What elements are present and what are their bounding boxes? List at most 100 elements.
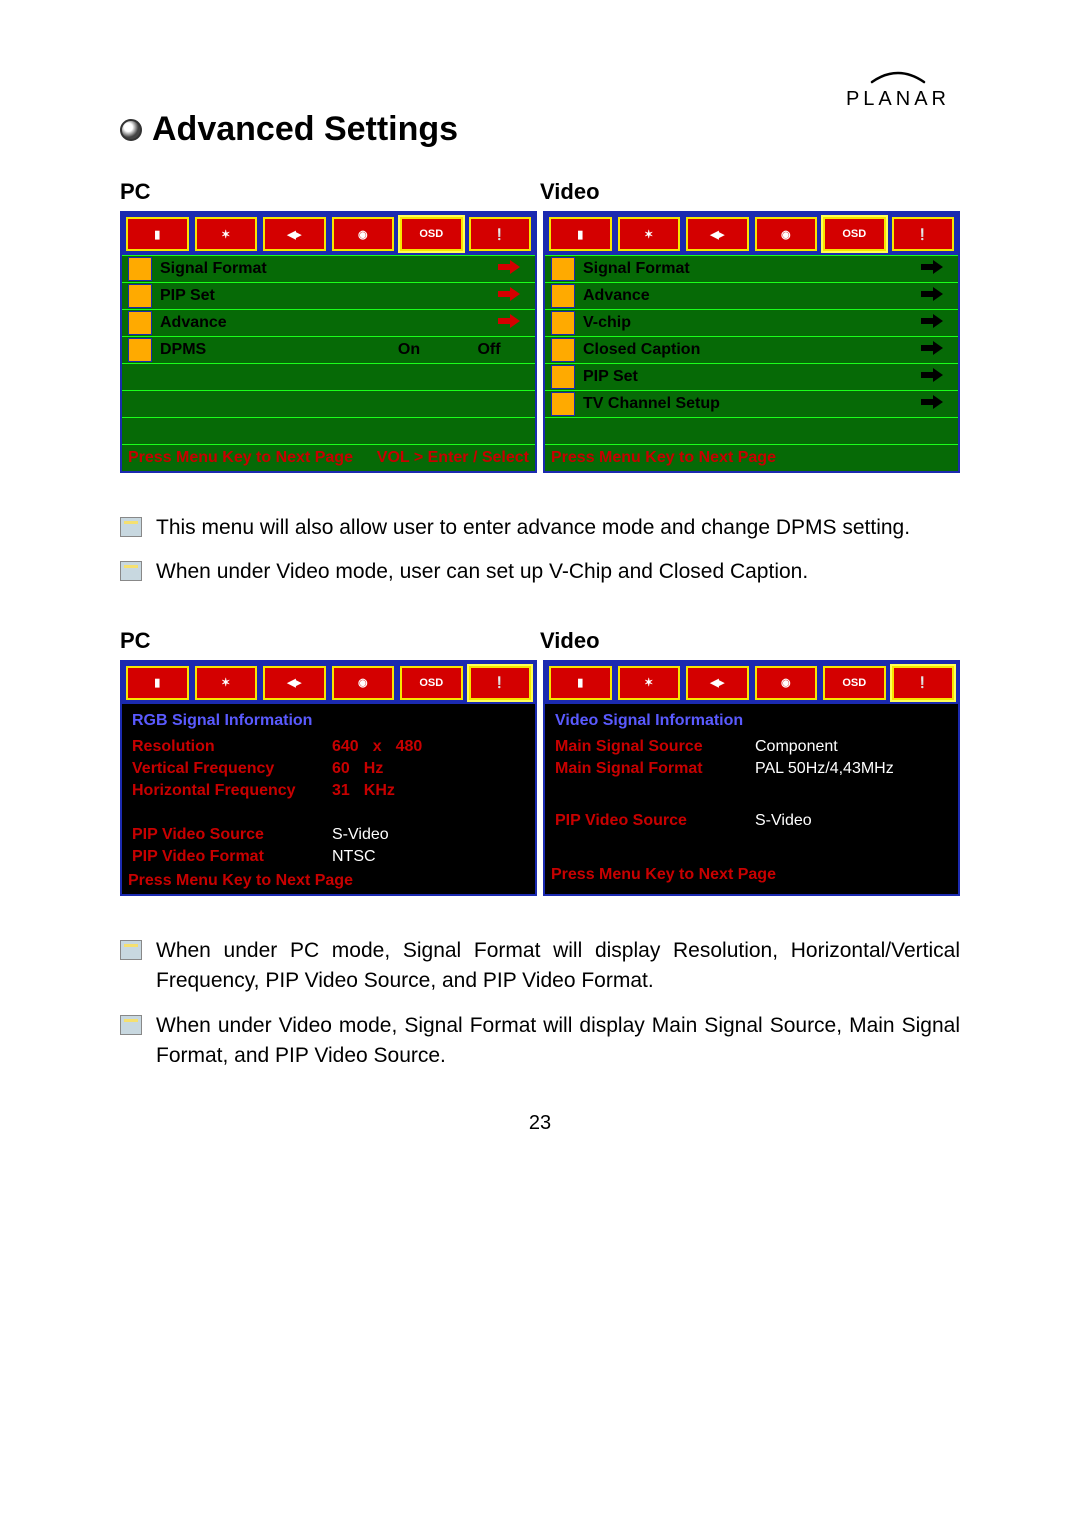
osd-tab-icon[interactable]: ▮ [549, 217, 612, 251]
heading-pc: PC [120, 628, 540, 654]
v: 60 [332, 760, 350, 778]
osd-footer: Press Menu Key to Next Page [122, 868, 535, 894]
menu-row[interactable]: Closed Caption [545, 336, 958, 363]
row-label: V-chip [583, 314, 912, 332]
page-number: 23 [120, 1112, 960, 1135]
menu-row[interactable]: TV Channel Setup [545, 390, 958, 417]
page-title: Advanced Settings [120, 110, 960, 149]
note-text: When under PC mode, Signal Format will d… [156, 936, 960, 997]
arrow-right-icon [489, 287, 529, 306]
osd-tab-icon[interactable]: ✶ [618, 666, 681, 700]
menu-row[interactable]: DPMS On Off [122, 336, 535, 363]
osd-tab-osd[interactable]: OSD [823, 217, 886, 251]
notes-2: When under PC mode, Signal Format will d… [120, 936, 960, 1072]
osd-tab-icon[interactable]: ✶ [618, 217, 681, 251]
osd-tab-icon[interactable]: ▮ [549, 666, 612, 700]
arrow-right-icon [912, 287, 952, 306]
row-icon [128, 311, 152, 335]
osd-tab-icon[interactable]: ◀▸ [686, 217, 749, 251]
note-text: When under Video mode, Signal Format wil… [156, 1011, 960, 1072]
osd-tab-icon[interactable]: ✶ [195, 217, 258, 251]
osd-tab-icon[interactable]: ✶ [195, 666, 258, 700]
osd-tab-icon[interactable]: ◀▸ [263, 666, 326, 700]
video-osd-menu: ▮ ✶ ◀▸ ◉ OSD ❕ Signal Format Advance V-c… [543, 211, 960, 473]
row-icon [551, 338, 575, 362]
blank-row [122, 363, 535, 390]
video-osd-tabs: ▮ ✶ ◀▸ ◉ OSD ❕ [545, 213, 958, 255]
menu-row[interactable]: Advance [545, 282, 958, 309]
osd-tab-icon[interactable]: ◉ [332, 666, 395, 700]
osd-tab-icon[interactable]: ◉ [755, 217, 818, 251]
footer-hint2: VOL > Enter / Select [377, 449, 529, 467]
osd-tab-osd[interactable]: OSD [400, 217, 463, 251]
info-key: PIP Video Source [555, 812, 755, 830]
menu-row[interactable]: Advance [122, 309, 535, 336]
blank-row [122, 417, 535, 444]
brand-logo: PLANAR [846, 70, 950, 111]
info-row: PIP Video Format NTSC [122, 846, 535, 868]
osd-tab-osd[interactable]: OSD [823, 666, 886, 700]
v: KHz [364, 782, 395, 800]
info-key: Main Signal Source [555, 738, 755, 756]
info-key: Resolution [132, 738, 332, 756]
info-row: Resolution 640 x 480 [122, 736, 535, 758]
info-key: PIP Video Source [132, 826, 332, 844]
row-label: Closed Caption [583, 341, 912, 359]
pc-info-tabs: ▮ ✶ ◀▸ ◉ OSD ❕ [122, 662, 535, 704]
osd-tab-icon[interactable]: ▮ [126, 666, 189, 700]
info-row: PIP Video Source S-Video [545, 810, 958, 832]
v: 480 [396, 738, 423, 756]
menu-row[interactable]: PIP Set [122, 282, 535, 309]
pc-osd-tabs: ▮ ✶ ◀▸ ◉ OSD ❕ [122, 213, 535, 255]
menu-row[interactable]: PIP Set [545, 363, 958, 390]
info-row: Horizontal Frequency 31 KHz [122, 780, 535, 802]
arrow-right-icon [489, 314, 529, 333]
osd-tab-icon[interactable]: ▮ [126, 217, 189, 251]
osd-tab-icon[interactable]: ❕ [469, 217, 532, 251]
row-icon [128, 338, 152, 362]
info-val: S-Video [755, 812, 812, 830]
v: Hz [364, 760, 384, 778]
osd-tab-info-icon[interactable]: ❕ [892, 666, 955, 700]
osd-tab-icon[interactable]: ◉ [332, 217, 395, 251]
info-val: NTSC [332, 848, 376, 866]
section1-headers: PC Video [120, 179, 960, 205]
osd-tab-icon[interactable]: ◉ [755, 666, 818, 700]
brand-text: PLANAR [846, 88, 950, 110]
pc-signal-info: ▮ ✶ ◀▸ ◉ OSD ❕ RGB Signal Information Re… [120, 660, 537, 896]
osd-footer: Press Menu Key to Next Page VOL > Enter … [122, 444, 535, 471]
osd-tab-icon[interactable]: ◀▸ [263, 217, 326, 251]
dpms-on[interactable]: On [369, 341, 449, 359]
osd-tab-info-icon[interactable]: ❕ [469, 666, 532, 700]
book-icon [120, 517, 142, 537]
notes-1: This menu will also allow user to enter … [120, 513, 960, 588]
section2-headers: PC Video [120, 628, 960, 654]
blank-row [545, 417, 958, 444]
row-label: Signal Format [583, 260, 912, 278]
menu-row[interactable]: Signal Format [122, 255, 535, 282]
row-label: Advance [583, 287, 912, 305]
blank-row [122, 390, 535, 417]
info-title: Video Signal Information [545, 704, 958, 736]
arrow-right-icon [912, 260, 952, 279]
heading-pc: PC [120, 179, 540, 205]
menu-row[interactable]: Signal Format [545, 255, 958, 282]
note-text: When under Video mode, user can set up V… [156, 557, 960, 587]
osd-tab-osd[interactable]: OSD [400, 666, 463, 700]
row-label: Advance [160, 314, 489, 332]
menu-row[interactable]: V-chip [545, 309, 958, 336]
info-val: PAL 50Hz/4,43MHz [755, 760, 894, 778]
osd-tab-icon[interactable]: ❕ [892, 217, 955, 251]
info-key: Horizontal Frequency [132, 782, 332, 800]
footer-hint: Press Menu Key to Next Page [551, 449, 776, 467]
book-icon [120, 1015, 142, 1035]
info-key: PIP Video Format [132, 848, 332, 866]
section1-panels: ▮ ✶ ◀▸ ◉ OSD ❕ Signal Format PIP Set Adv… [120, 211, 960, 473]
section2-panels: ▮ ✶ ◀▸ ◉ OSD ❕ RGB Signal Information Re… [120, 660, 960, 896]
row-label: DPMS [160, 341, 369, 359]
dpms-off[interactable]: Off [449, 341, 529, 359]
info-row: Main Signal Format PAL 50Hz/4,43MHz [545, 758, 958, 780]
osd-tab-icon[interactable]: ◀▸ [686, 666, 749, 700]
row-label: PIP Set [160, 287, 489, 305]
note-text: This menu will also allow user to enter … [156, 513, 960, 543]
